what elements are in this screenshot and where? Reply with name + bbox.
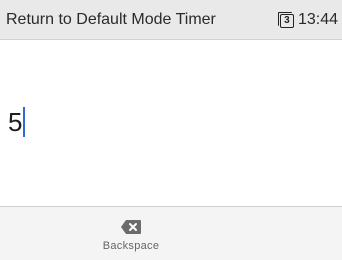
timer-value-display[interactable]: 5 [8,107,26,137]
backspace-icon [121,219,141,234]
timer-input-field[interactable]: 5 [0,40,342,206]
line-number: 3 [279,13,294,28]
phone-screen: Return to Default Mode Timer 3 13:44 5 B… [0,0,342,260]
timer-value: 5 [8,107,23,137]
status-area: 3 13:44 [277,0,338,40]
page-title: Return to Default Mode Timer [6,11,216,28]
backspace-label: Backspace [102,239,160,252]
clock-time: 13:44 [297,11,338,28]
softkey-bar: Backspace [0,206,342,260]
header-bar: Return to Default Mode Timer 3 13:44 [0,0,342,40]
backspace-button[interactable]: Backspace [86,207,176,260]
line-icon: 3 [277,11,295,29]
text-cursor [23,107,26,137]
